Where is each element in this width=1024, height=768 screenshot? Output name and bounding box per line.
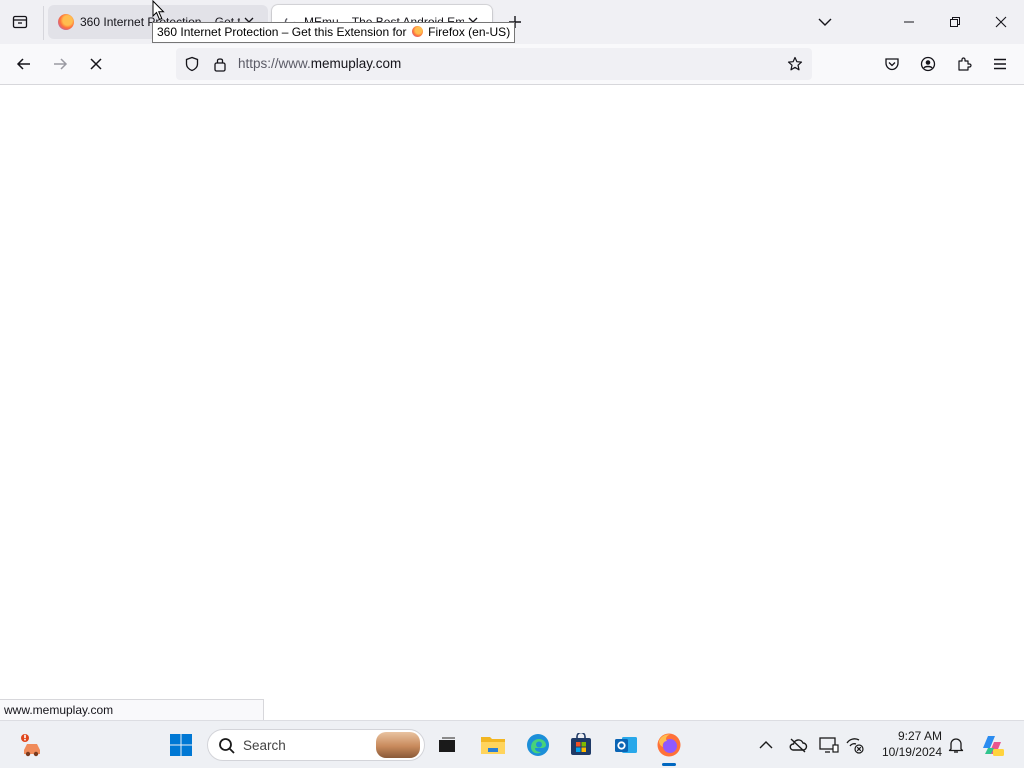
onedrive-tray-button[interactable]	[788, 735, 808, 755]
search-icon	[219, 738, 235, 754]
network-disconnected-icon	[846, 738, 864, 754]
firefox-view-icon	[12, 15, 28, 29]
back-button[interactable]	[9, 49, 39, 79]
edge-icon	[527, 734, 549, 756]
puzzle-piece-icon	[958, 57, 972, 71]
firefox-addons-favicon-icon	[58, 14, 74, 30]
tooltip-text-prefix: 360 Internet Protection – Get this Exten…	[157, 25, 407, 39]
chevron-down-icon	[818, 18, 832, 26]
minimize-icon	[904, 21, 914, 23]
url-scheme: https://www.	[238, 56, 311, 71]
task-view-icon	[439, 737, 455, 752]
list-all-tabs-button[interactable]	[802, 0, 848, 44]
account-button[interactable]	[913, 49, 943, 79]
firefox-view-button[interactable]	[6, 8, 34, 36]
app-menu-button[interactable]	[985, 49, 1015, 79]
taskbar-clock[interactable]: 9:27 AM 10/19/2024	[872, 728, 942, 760]
folder-icon	[481, 737, 505, 754]
extensions-button[interactable]	[949, 49, 979, 79]
widgets-weather-icon[interactable]	[16, 729, 48, 761]
firefox-icon	[657, 733, 681, 757]
address-bar[interactable]: https://www.memuplay.com	[176, 48, 812, 80]
monitor-icon	[819, 737, 839, 753]
page-content-area	[0, 86, 1024, 720]
navigation-toolbar: https://www.memuplay.com	[0, 44, 1024, 85]
stop-loading-button[interactable]	[81, 49, 111, 79]
search-placeholder: Search	[243, 738, 286, 753]
tab-tooltip: 360 Internet Protection – Get this Exten…	[152, 22, 516, 43]
file-explorer-button[interactable]	[477, 729, 509, 761]
lock-icon[interactable]	[211, 55, 229, 73]
link-status-panel: www.memuplay.com	[0, 699, 264, 720]
edge-button[interactable]	[522, 729, 554, 761]
mouse-cursor-icon	[152, 0, 165, 21]
pocket-button[interactable]	[877, 49, 907, 79]
arrow-right-icon	[54, 58, 68, 70]
cloud-offline-icon	[789, 738, 808, 753]
account-icon	[920, 56, 936, 72]
clock-date: 10/19/2024	[881, 745, 942, 759]
microsoft-store-button[interactable]	[565, 729, 597, 761]
chevron-up-icon	[759, 741, 773, 749]
taskbar-search-box[interactable]: Search	[207, 729, 425, 761]
tooltip-text-suffix: Firefox (en-US)	[428, 25, 511, 39]
bookmark-star-icon[interactable]	[786, 55, 804, 73]
pocket-icon	[885, 58, 899, 71]
copilot-button[interactable]	[976, 729, 1008, 761]
copilot-icon	[983, 736, 1004, 756]
forward-button[interactable]	[45, 49, 75, 79]
hamburger-menu-icon	[994, 58, 1006, 70]
task-view-button[interactable]	[431, 729, 463, 761]
firefox-taskbar-button[interactable]	[653, 729, 685, 761]
bell-icon	[948, 738, 964, 753]
firefox-fox-icon	[411, 26, 423, 37]
clock-time: 9:27 AM	[897, 729, 942, 743]
display-tray-button[interactable]	[819, 735, 839, 755]
outlook-button[interactable]	[610, 729, 642, 761]
close-window-button[interactable]	[978, 0, 1024, 44]
arrow-left-icon	[16, 58, 30, 70]
url-host: memuplay.com	[310, 56, 402, 71]
active-app-indicator	[662, 763, 676, 766]
minimize-button[interactable]	[886, 0, 932, 44]
restore-icon	[950, 17, 960, 27]
notifications-button[interactable]	[946, 735, 966, 755]
url-text[interactable]: https://www.memuplay.com	[238, 56, 401, 71]
network-tray-button[interactable]	[845, 735, 865, 755]
stop-icon	[90, 58, 102, 70]
tab-divider	[43, 6, 44, 40]
tracking-protection-shield-icon[interactable]	[183, 55, 201, 73]
outlook-icon	[615, 737, 637, 753]
search-highlight-image	[376, 732, 420, 758]
store-bag-icon	[571, 733, 591, 755]
windows-taskbar: Search 9:27 AM 10/19/2024	[0, 720, 1024, 768]
windows-logo-icon	[170, 734, 192, 756]
close-icon	[995, 16, 1007, 28]
restore-button[interactable]	[932, 0, 978, 44]
start-button[interactable]	[165, 729, 197, 761]
show-hidden-icons-button[interactable]	[756, 735, 776, 755]
